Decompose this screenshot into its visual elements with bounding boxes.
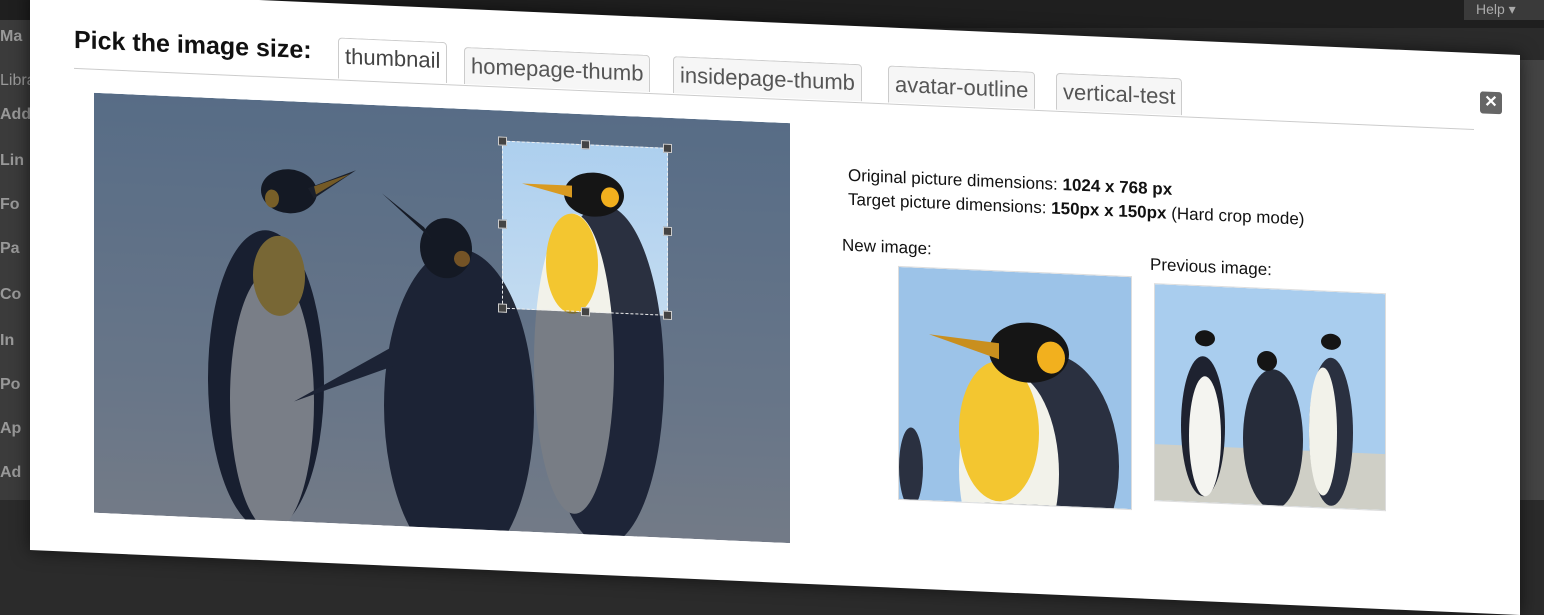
original-dimensions-value: 1024 x 768 px [1062, 175, 1173, 199]
help-tab[interactable]: Help ▾ [1464, 0, 1544, 20]
previous-image-label: Previous image: [1150, 254, 1272, 280]
previous-image-preview [1154, 283, 1386, 512]
previous-image-thumbnail [1155, 284, 1385, 511]
admin-menu-item[interactable]: Ap [0, 420, 21, 438]
crop-handle-nw[interactable] [498, 136, 507, 146]
admin-menu-item[interactable]: In [0, 332, 14, 350]
admin-menu-item[interactable]: Co [0, 286, 21, 304]
crop-source-image[interactable] [94, 92, 790, 544]
dimensions-info: Original picture dimensions: 1024 x 768 … [848, 164, 1304, 232]
crop-handle-w[interactable] [498, 219, 507, 229]
crop-handle-sw[interactable] [498, 303, 507, 313]
crop-handle-n[interactable] [581, 140, 590, 150]
admin-menu-item[interactable]: Ad [0, 464, 21, 482]
new-image-preview [898, 265, 1132, 511]
crop-handle-se[interactable] [663, 310, 672, 321]
pick-size-label: Pick the image size: [74, 25, 312, 65]
crop-modal: ✕ Pick the image size: thumbnail homepag… [30, 0, 1520, 615]
target-dimensions-value: 150px x 150px [1051, 198, 1167, 223]
crop-selection[interactable] [498, 136, 672, 321]
tab-vertical-test[interactable]: vertical-test [1056, 72, 1183, 116]
admin-menu-item[interactable]: Po [0, 376, 20, 394]
admin-menu-item[interactable]: Lin [0, 152, 24, 170]
crop-handle-ne[interactable] [663, 143, 672, 154]
crop-handle-s[interactable] [581, 307, 590, 317]
tab-thumbnail[interactable]: thumbnail [338, 37, 448, 84]
penguins-image [94, 92, 790, 544]
crop-handle-e[interactable] [663, 226, 672, 237]
admin-menu-item[interactable]: Ma [0, 28, 22, 46]
close-icon[interactable]: ✕ [1480, 91, 1502, 115]
new-image-label: New image: [842, 235, 932, 259]
tab-avatar-outline[interactable]: avatar-outline [888, 65, 1036, 109]
admin-menu-item[interactable]: Fo [0, 196, 20, 214]
crop-mode: (Hard crop mode) [1171, 203, 1305, 229]
admin-menu-item[interactable]: Pa [0, 240, 20, 258]
new-image-thumbnail [899, 266, 1131, 511]
